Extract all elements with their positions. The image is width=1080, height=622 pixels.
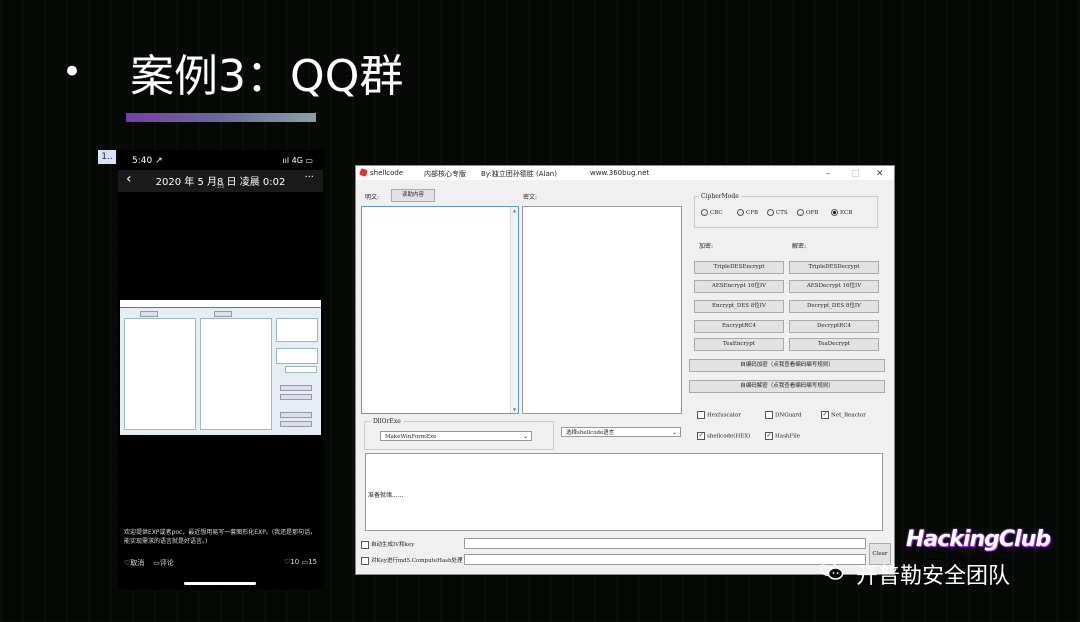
hashfile-checkbox[interactable]: ✓ HashFile bbox=[765, 432, 800, 440]
close-icon[interactable]: ✕ bbox=[876, 169, 884, 179]
self-encode-encrypt-button[interactable]: 自编码加密（点我查看编码编写规则） bbox=[689, 359, 885, 372]
shellcode-app-window: shellcode 内部核心专版 By:独立团孙德胜 (Alan) www.36… bbox=[355, 165, 895, 575]
radio-cfb[interactable]: CFB bbox=[737, 209, 758, 216]
phone-screenshot: 5:40 ↗ ııl 4G ▭ ‹ 2020 年 5 月8 日 凌晨 0:02 … bbox=[118, 150, 323, 590]
shellcode-hex-checkbox[interactable]: ✓ shellcode(HEX) bbox=[697, 432, 750, 440]
triple-des-decrypt-button[interactable]: TripleDESDecrypt bbox=[789, 261, 879, 274]
phone-page-counter: 3/5 bbox=[216, 184, 225, 190]
decrypt-label: 解密: bbox=[792, 243, 807, 250]
comment-button[interactable]: ▭评论 bbox=[153, 559, 174, 567]
radio-ecb[interactable]: ECB bbox=[831, 209, 852, 216]
radio-cbc[interactable]: CBC bbox=[701, 209, 723, 216]
page-tag: 1.. bbox=[98, 150, 116, 164]
dll-or-exe-select[interactable]: MakeWinFormExe ⌄ bbox=[380, 431, 532, 441]
window-subtitle-2: By:独立团孙德胜 (Alan) bbox=[481, 170, 557, 178]
phone-caption: 欢迎提供EXP或者poc，最近想用易写一套图形化EXP。(我还是那句话，能实现需… bbox=[124, 529, 317, 545]
rc4-decrypt-button[interactable]: DecryptRC4 bbox=[789, 320, 879, 333]
dll-or-exe-label: DllOrExe bbox=[371, 418, 403, 425]
cipher-mode-group: CipherMode CBC CFB CTS OFB ECB bbox=[694, 193, 878, 228]
slide-title-text: 案例3：QQ群 bbox=[130, 51, 404, 102]
window-website: www.360bug.net bbox=[590, 169, 650, 177]
dnguard-checkbox[interactable]: DNGuard bbox=[765, 411, 802, 419]
radio-cts[interactable]: CTS bbox=[767, 209, 788, 216]
tea-decrypt-button[interactable]: TeaDecrypt bbox=[789, 338, 879, 351]
slide-title: • 案例3：QQ群 bbox=[62, 40, 403, 104]
compute-hash-checkbox[interactable]: 对Key进行md5.ComputeHash处理 bbox=[361, 556, 463, 565]
rc4-encrypt-button[interactable]: EncryptRC4 bbox=[694, 320, 784, 333]
phone-signal-icon: ııl 4G ▭ bbox=[282, 156, 313, 165]
plaintext-textarea[interactable]: ▲ ▼ bbox=[361, 206, 519, 414]
ciphertext-label: 密文: bbox=[523, 194, 538, 201]
cipher-mode-label: CipherMode bbox=[699, 193, 741, 200]
des-decrypt-button[interactable]: Decrypt_DES 8位IV bbox=[789, 300, 879, 313]
wechat-icon bbox=[820, 561, 844, 580]
ciphertext-textarea[interactable] bbox=[522, 206, 682, 414]
window-title: shellcode bbox=[370, 169, 404, 177]
plaintext-scrollbar[interactable]: ▲ ▼ bbox=[510, 207, 518, 413]
hackingclub-logo: HackingClub bbox=[906, 527, 1051, 552]
status-text: 准备就绪...... bbox=[368, 492, 404, 499]
radio-ofb[interactable]: OFB bbox=[797, 209, 818, 216]
triple-des-encrypt-button[interactable]: TripleDESEncrypt bbox=[694, 261, 784, 274]
iv-key-input[interactable] bbox=[464, 538, 866, 549]
comments-count: ▭15 bbox=[301, 558, 317, 566]
chevron-down-icon: ⌄ bbox=[522, 433, 528, 440]
aes-encrypt-button[interactable]: AESEncrypt 16位IV bbox=[694, 280, 784, 293]
plaintext-label: 明文: bbox=[365, 194, 380, 201]
window-titlebar: shellcode 内部核心专版 By:独立团孙德胜 (Alan) www.36… bbox=[356, 166, 894, 180]
status-output-area[interactable]: 准备就绪...... bbox=[365, 453, 883, 531]
home-indicator bbox=[184, 582, 256, 585]
phone-time: 5:40 ↗ bbox=[132, 156, 163, 166]
encrypt-label: 加密: bbox=[699, 243, 714, 250]
window-subtitle-1: 内部核心专版 bbox=[424, 170, 466, 178]
maximize-icon[interactable]: □ bbox=[851, 169, 860, 179]
bullet-icon: • bbox=[62, 52, 83, 92]
self-encode-decrypt-button[interactable]: 自编码解密（点我查看编码编写规则） bbox=[689, 380, 885, 393]
tea-encrypt-button[interactable]: TeaEncrypt bbox=[694, 338, 784, 351]
net-reactor-checkbox[interactable]: ✓ Net_Reactor bbox=[821, 411, 866, 419]
read-content-button[interactable]: 读助内容 bbox=[391, 189, 435, 202]
hexfuscator-checkbox[interactable]: Hexfuscator bbox=[697, 411, 741, 419]
app-icon bbox=[359, 168, 368, 177]
hash-input[interactable] bbox=[464, 554, 866, 565]
minimize-icon[interactable]: – bbox=[826, 169, 831, 179]
more-icon[interactable]: ··· bbox=[304, 172, 314, 183]
auto-gen-iv-checkbox[interactable]: 自动生成IV和key bbox=[361, 540, 414, 549]
phone-header: ‹ 2020 年 5 月8 日 凌晨 0:02 3/5 ··· bbox=[118, 170, 323, 192]
phone-app-thumbnail bbox=[120, 300, 321, 435]
aes-decrypt-button[interactable]: AESDecrypt 16位IV bbox=[789, 280, 879, 293]
phone-actions: ♡取消 ▭评论 ♡10 ▭15 bbox=[124, 558, 317, 568]
shellcode-language-select[interactable]: 选择shellcode语言 ⌄ bbox=[561, 427, 681, 437]
chevron-down-icon: ⌄ bbox=[671, 429, 677, 436]
des-encrypt-button[interactable]: Encrypt_DES 8位IV bbox=[694, 300, 784, 313]
cancel-like-button[interactable]: ♡取消 bbox=[124, 559, 144, 567]
title-underline-bar bbox=[126, 113, 316, 122]
likes-count: ♡10 bbox=[284, 558, 300, 566]
watermark-text: 开普勒安全团队 bbox=[856, 564, 1011, 589]
